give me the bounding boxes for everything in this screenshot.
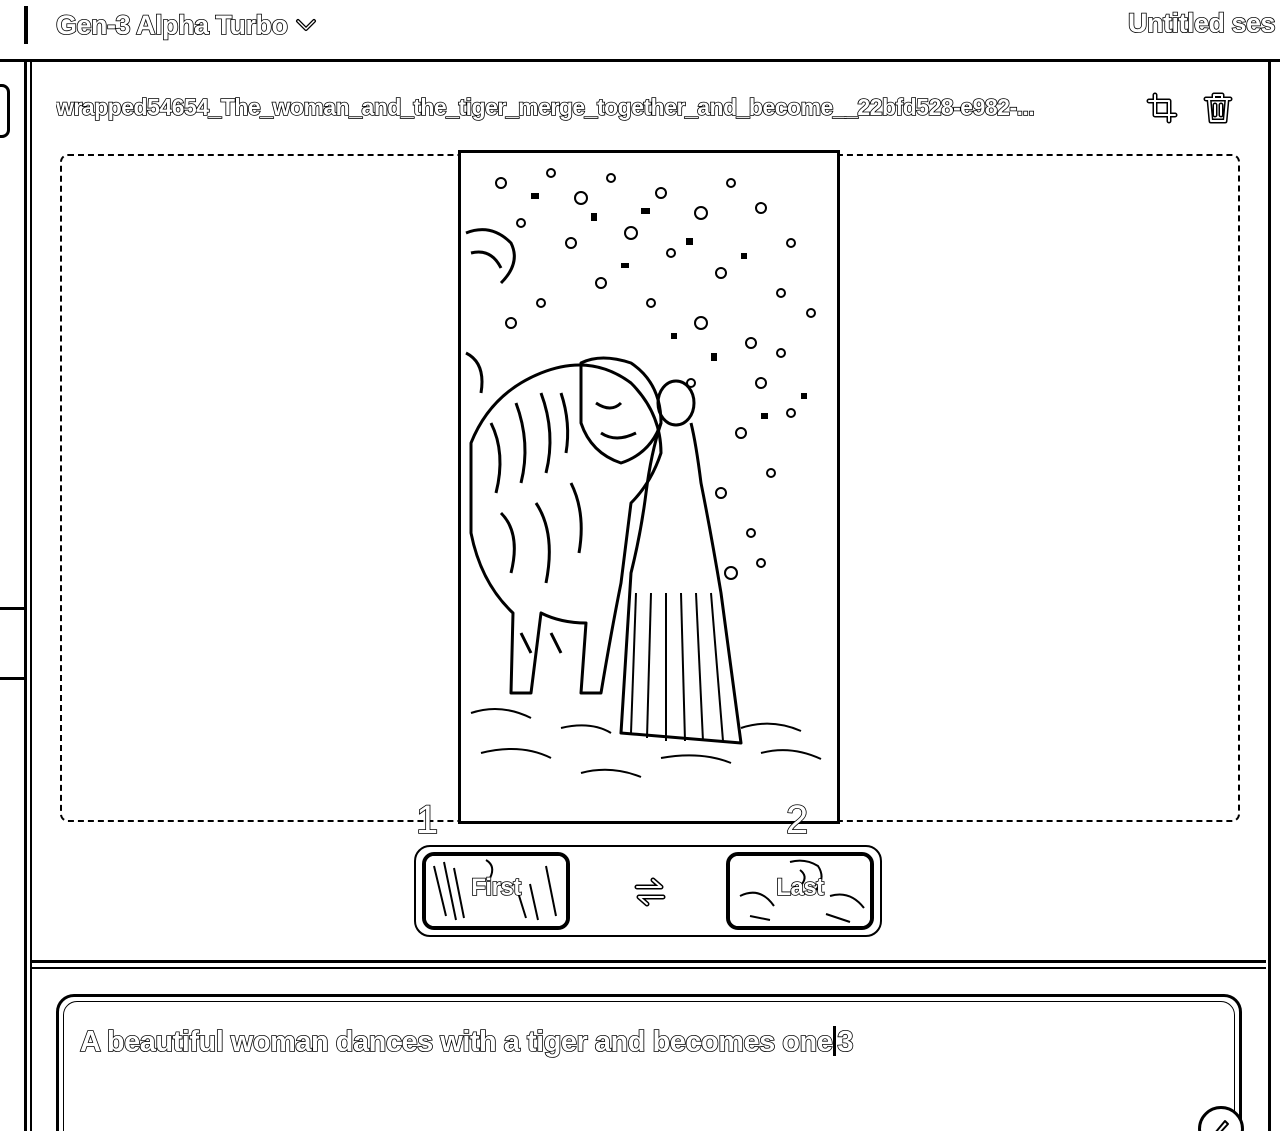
last-frame-slot[interactable]: Last: [726, 852, 874, 930]
trash-icon: [1203, 92, 1233, 124]
marker-first: 1: [415, 797, 439, 843]
top-bar: Gen-3 Alpha Turbo Untitled ses: [0, 0, 1280, 62]
woman-tiger-illustration: [461, 153, 837, 821]
pencil-icon: [1215, 1120, 1229, 1131]
model-selector[interactable]: Gen-3 Alpha Turbo: [55, 8, 318, 42]
last-frame-label: Last: [776, 873, 825, 902]
swap-arrows-icon: [634, 877, 666, 907]
prompt-marker: 3: [837, 1025, 855, 1059]
prompt-text-line: A beautiful woman dances with a tiger an…: [79, 1025, 855, 1059]
sidebar-divider: [0, 677, 26, 680]
first-frame-label: First: [470, 873, 522, 902]
left-sidebar: [0, 62, 34, 1131]
prompt-text: A beautiful woman dances with a tiger an…: [79, 1025, 833, 1059]
section-divider-inner: [30, 967, 1266, 969]
delete-button[interactable]: [1200, 90, 1236, 126]
sidebar-card[interactable]: [0, 84, 10, 138]
session-title[interactable]: Untitled ses: [1127, 7, 1276, 39]
sidebar-divider: [0, 607, 26, 610]
first-frame-slot[interactable]: First: [422, 852, 570, 930]
prompt-input[interactable]: [56, 994, 1242, 1131]
sidebar-border: [24, 62, 27, 1131]
model-name: Gen-3 Alpha Turbo: [55, 9, 289, 41]
asset-file-name: wrapped54654_The_woman_and_the_tiger_mer…: [56, 94, 1036, 121]
text-caret: [833, 1026, 837, 1056]
chevron-down-icon: [295, 19, 316, 31]
sidebar-border-inner: [30, 62, 32, 1131]
preview-image: [458, 150, 840, 824]
prompt-input-inner-border: [63, 1001, 1235, 1131]
crop-icon: [1146, 92, 1178, 124]
panel-right-border: [1268, 62, 1271, 1131]
crop-button[interactable]: [1144, 90, 1180, 126]
sidebar-edge: [24, 6, 28, 44]
swap-frames-button[interactable]: [628, 870, 672, 914]
section-divider: [30, 960, 1266, 963]
marker-last: 2: [785, 797, 809, 843]
